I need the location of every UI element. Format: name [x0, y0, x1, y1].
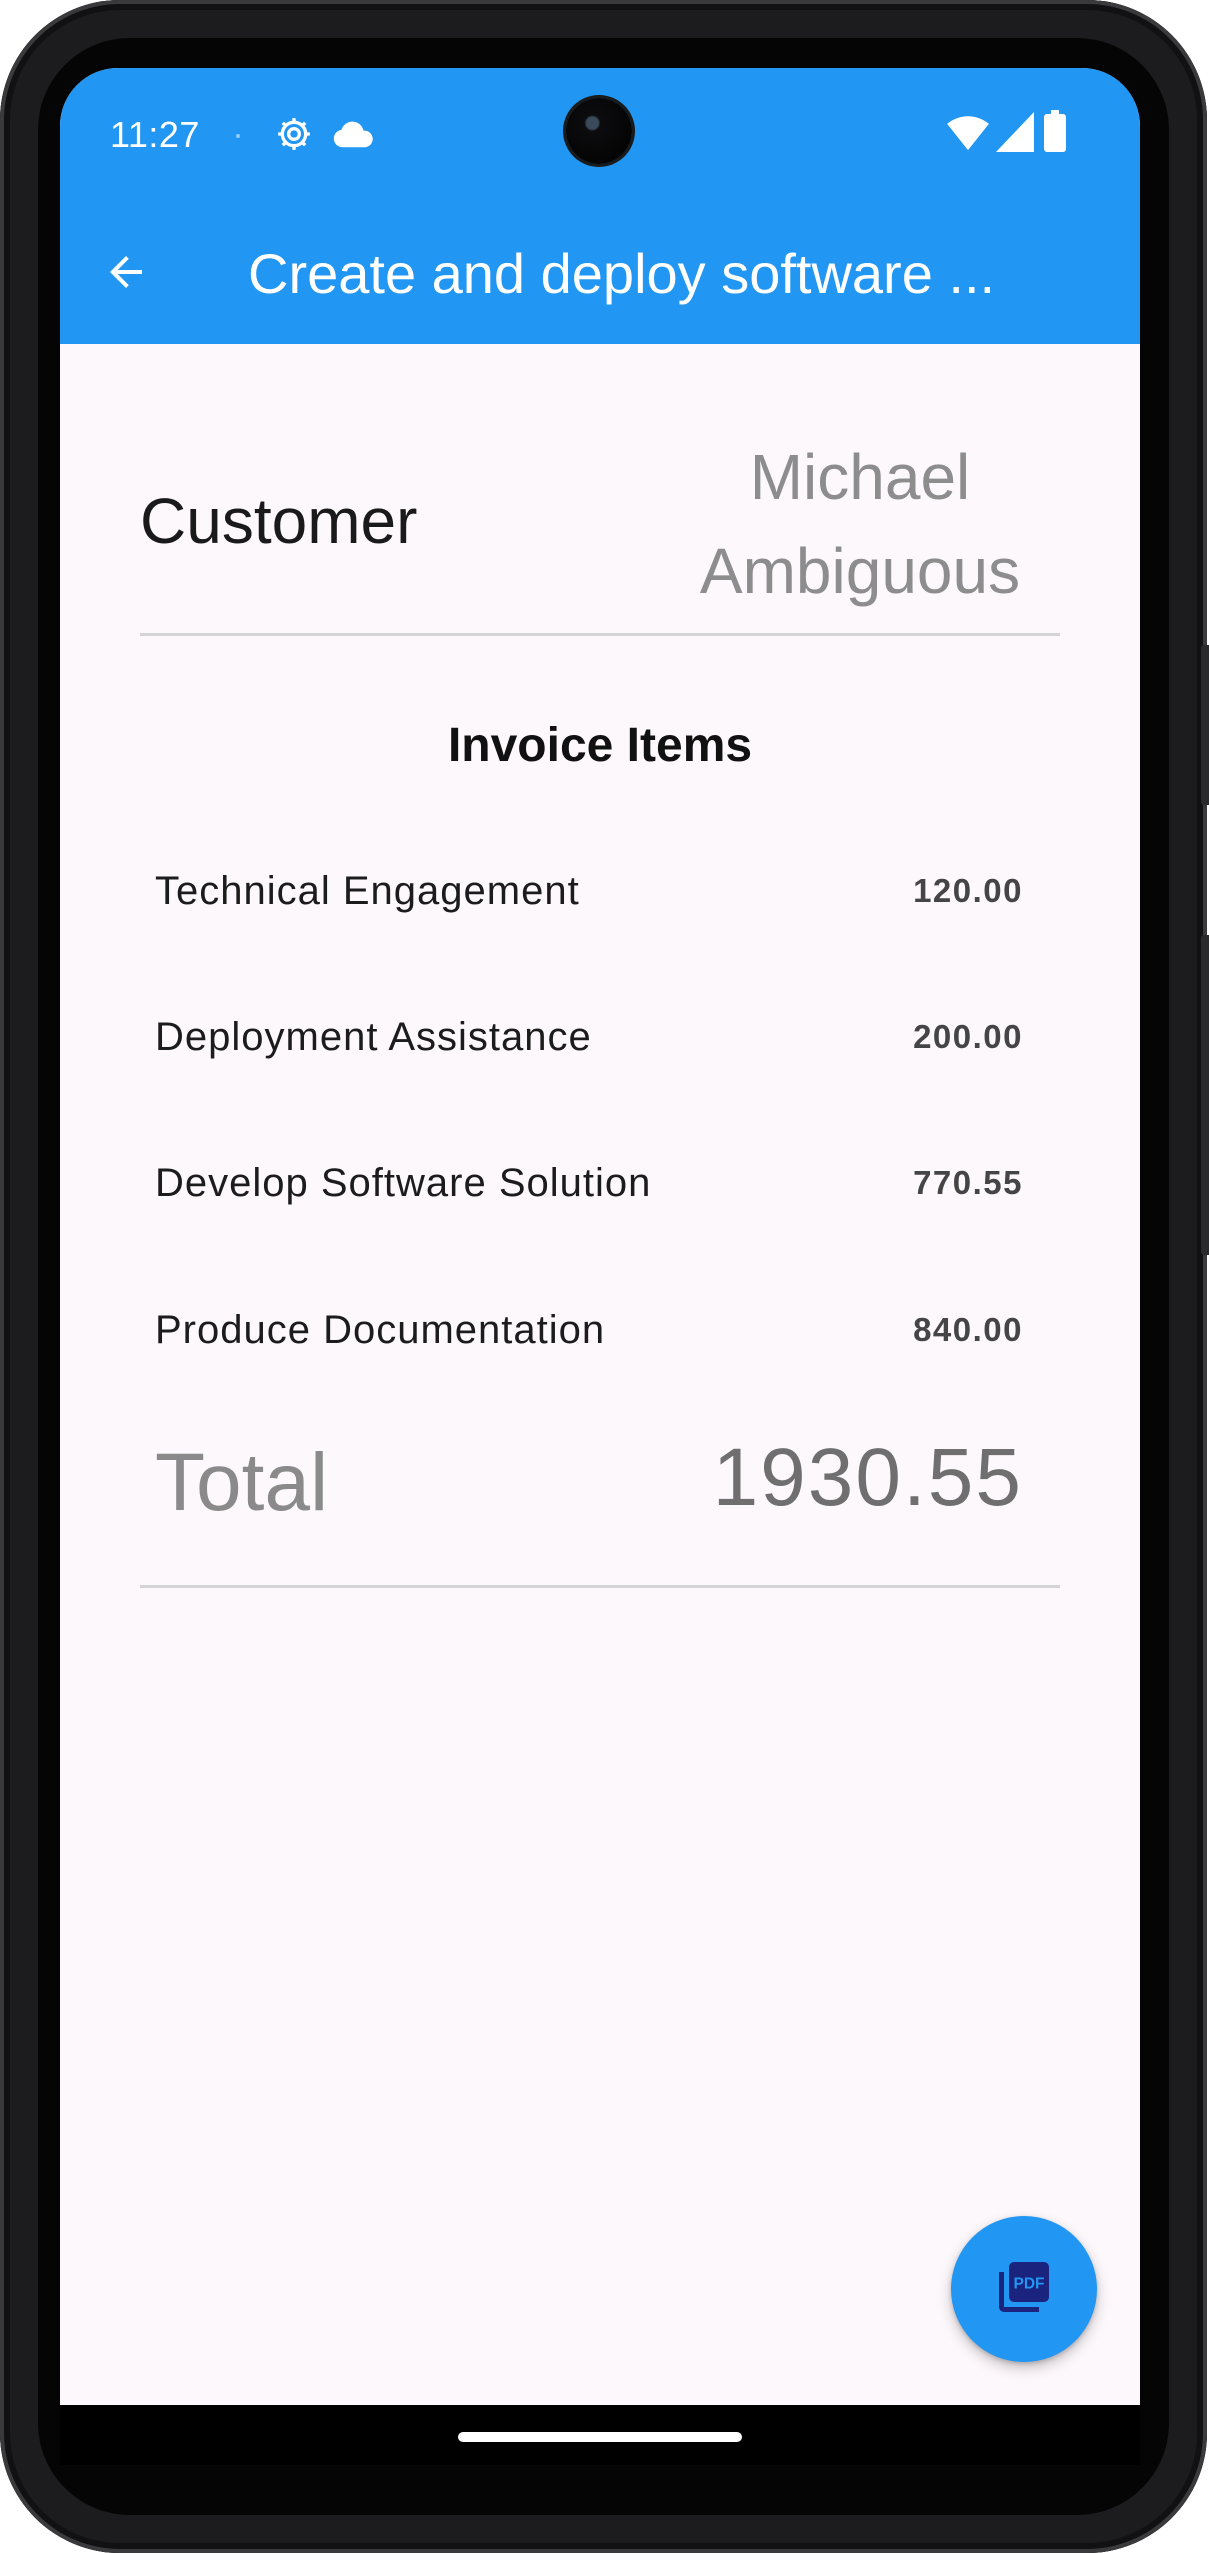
page-title: Create and deploy software ... — [248, 242, 996, 305]
status-separator-dot — [236, 134, 240, 138]
system-navigation-bar — [60, 2405, 1140, 2465]
invoice-item-name: Develop Software Solution — [155, 1161, 652, 1205]
customer-label: Customer — [140, 485, 418, 557]
power-button — [1201, 645, 1209, 805]
export-pdf-button[interactable]: PDF — [951, 2216, 1097, 2362]
home-gesture-handle[interactable] — [458, 2432, 742, 2442]
volume-button — [1201, 935, 1209, 1255]
customer-name-line-1: Michael — [749, 441, 971, 513]
total-divider — [140, 1585, 1060, 1588]
cell-signal-icon — [996, 112, 1034, 157]
invoice-item: Produce Documentation 840.00 — [155, 1295, 1023, 1365]
front-camera — [566, 98, 632, 164]
invoice-item-amount: 840.00 — [913, 1311, 1023, 1348]
invoice-item-name: Deployment Assistance — [155, 1015, 592, 1059]
pdf-icon-text: PDF — [1014, 2275, 1045, 2292]
invoice-item-amount: 770.55 — [913, 1164, 1023, 1201]
customer-name-line-2: Ambiguous — [699, 535, 1021, 607]
cloud-icon — [332, 118, 374, 157]
app-bar: 11:27 Create and deploy software ... — [60, 68, 1140, 344]
invoice-item: Deployment Assistance 200.00 — [155, 1002, 1023, 1072]
invoice-item-name: Produce Documentation — [155, 1308, 606, 1352]
total-label: Total — [155, 1437, 329, 1528]
customer-name: Michael Ambiguous — [620, 430, 1100, 618]
app-screen: 11:27 Create and deploy software ... Cus… — [60, 68, 1140, 2405]
invoice-item-name: Technical Engagement — [155, 869, 580, 913]
invoice-item: Develop Software Solution 770.55 — [155, 1148, 1023, 1218]
invoice-items-heading: Invoice Items — [447, 719, 753, 772]
invoice-item-amount: 200.00 — [913, 1018, 1023, 1055]
total-amount: 1930.55 — [712, 1432, 1023, 1523]
back-button[interactable] — [90, 238, 162, 310]
settings-gear-icon — [274, 114, 314, 159]
battery-icon — [1044, 110, 1066, 157]
picture-as-pdf-icon: PDF — [994, 2257, 1054, 2322]
status-time: 11:27 — [110, 114, 200, 155]
invoice-item: Technical Engagement 120.00 — [155, 856, 1023, 926]
invoice-item-amount: 120.00 — [913, 872, 1023, 909]
customer-divider — [140, 633, 1060, 636]
arrow-back-icon — [102, 248, 150, 301]
wifi-icon — [946, 112, 990, 157]
